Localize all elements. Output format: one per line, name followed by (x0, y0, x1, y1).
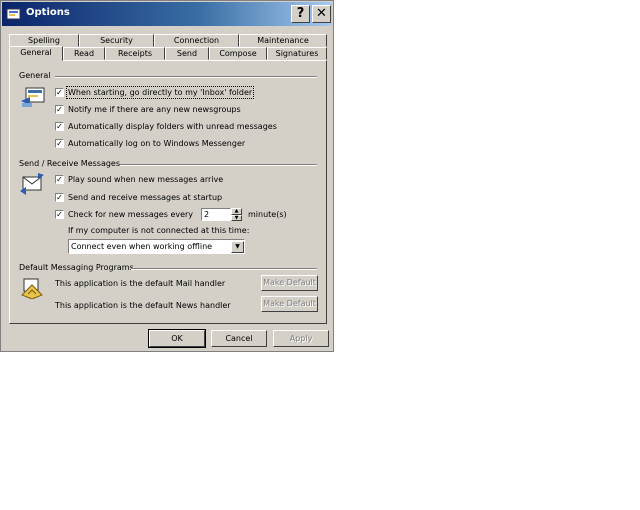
check-messages-checkbox[interactable]: ✓ (55, 210, 64, 219)
tab-general[interactable]: General (9, 46, 63, 61)
default-news-text: This application is the default News han… (55, 301, 231, 310)
tab-signatures[interactable]: Signatures (267, 47, 327, 60)
default-programs-section-title: Default Messaging Programs (19, 263, 134, 272)
interval-input[interactable]: 2 (201, 208, 231, 221)
tab-send[interactable]: Send (165, 47, 209, 60)
make-default-news-button[interactable]: Make Default (261, 296, 318, 312)
tab-compose[interactable]: Compose (209, 47, 267, 60)
general-tab-panel: General ✓ When starting, go directly to … (9, 60, 327, 324)
send-receive-startup-checkbox[interactable]: ✓ (55, 193, 64, 202)
default-programs-icon (21, 278, 43, 299)
interval-down-button[interactable]: ▼ (231, 215, 242, 221)
tab-receipts[interactable]: Receipts (105, 47, 165, 60)
play-sound-checkbox[interactable]: ✓ (55, 175, 64, 184)
options-title-icon (6, 8, 21, 20)
messenger-logon-label[interactable]: Automatically log on to Windows Messenge… (68, 139, 245, 148)
tab-connection[interactable]: Connection (154, 34, 239, 47)
cancel-button[interactable]: Cancel (211, 330, 267, 347)
send-receive-section-title: Send / Receive Messages (19, 159, 121, 168)
tab-security[interactable]: Security (79, 34, 154, 47)
close-button[interactable]: ✕ (312, 5, 331, 23)
play-sound-label[interactable]: Play sound when new messages arrive (68, 175, 223, 184)
notify-newsgroups-checkbox[interactable]: ✓ (55, 105, 64, 114)
display-unread-label[interactable]: Automatically display folders with unrea… (68, 122, 277, 131)
go-to-inbox-checkbox[interactable]: ✓ (55, 88, 64, 97)
connection-dropdown-button[interactable]: ▼ (231, 241, 244, 253)
display-unread-checkbox[interactable]: ✓ (55, 122, 64, 131)
options-dialog: Options ? ✕ Spelling Security Connection… (0, 0, 334, 352)
not-connected-label: If my computer is not connected at this … (68, 226, 250, 235)
help-button[interactable]: ? (291, 5, 310, 23)
send-receive-divider (120, 164, 317, 166)
make-default-mail-button[interactable]: Make Default (261, 275, 318, 291)
send-receive-startup-label[interactable]: Send and receive messages at startup (68, 193, 222, 202)
go-to-inbox-label[interactable]: When starting, go directly to my 'Inbox'… (65, 86, 255, 99)
ok-button[interactable]: OK (148, 329, 206, 348)
general-settings-icon (21, 87, 45, 107)
tab-read[interactable]: Read (63, 47, 105, 60)
connection-select[interactable]: Connect even when working offline (68, 239, 245, 254)
connection-select-value: Connect even when working offline (71, 242, 213, 251)
messenger-logon-checkbox[interactable]: ✓ (55, 139, 64, 148)
interval-unit-label: minute(s) (248, 210, 287, 219)
send-receive-icon (20, 173, 44, 195)
apply-button[interactable]: Apply (273, 330, 329, 347)
general-section-title: General (19, 71, 51, 80)
default-programs-divider (131, 268, 317, 270)
window-title: Options (26, 7, 70, 18)
title-bar[interactable]: Options ? ✕ (2, 2, 332, 26)
default-mail-text: This application is the default Mail han… (55, 279, 226, 288)
tab-maintenance[interactable]: Maintenance (239, 34, 327, 47)
check-messages-label[interactable]: Check for new messages every (68, 210, 193, 219)
general-divider (55, 76, 317, 78)
interval-up-button[interactable]: ▲ (231, 208, 242, 215)
notify-newsgroups-label[interactable]: Notify me if there are any new newsgroup… (68, 105, 241, 114)
